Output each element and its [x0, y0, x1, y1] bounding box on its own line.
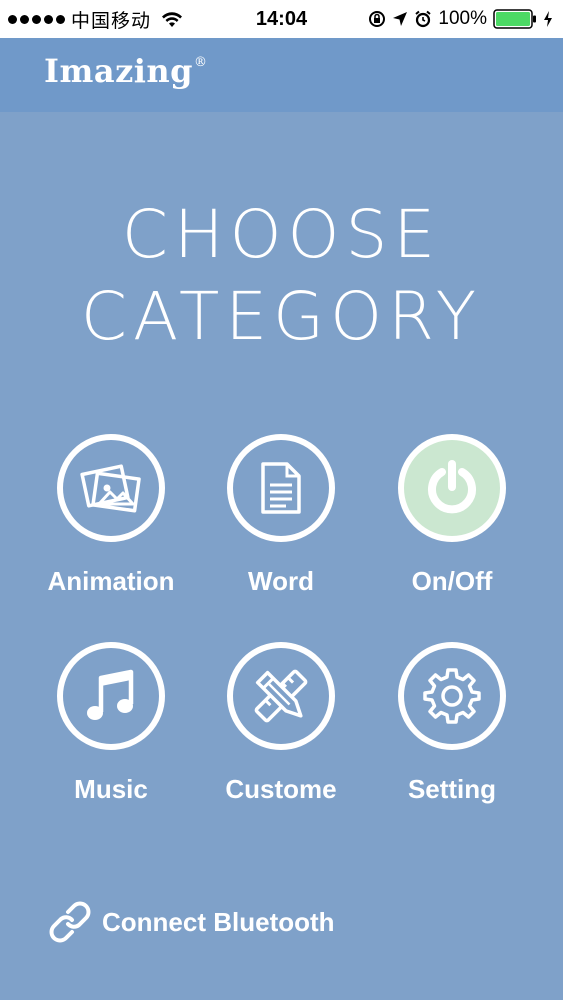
category-setting-label: Setting: [407, 774, 497, 804]
alarm-icon: [415, 10, 432, 28]
registered-mark: ®: [194, 55, 208, 71]
category-setting-circle[interactable]: [398, 642, 506, 750]
battery-icon: [493, 9, 536, 29]
category-custome[interactable]: Custome: [191, 642, 371, 805]
location-arrow-icon: [393, 12, 408, 26]
app-header: Imazing®: [0, 38, 563, 112]
page-title-line-1: CHOOSE: [121, 196, 442, 273]
category-setting[interactable]: Setting: [362, 642, 542, 805]
category-onoff-label: On/Off: [411, 566, 493, 596]
music-note-icon: [87, 669, 134, 720]
category-onoff[interactable]: On/Off: [362, 434, 542, 597]
category-word-label: Word: [248, 566, 314, 596]
status-bar: 中国移动 14:04 100%: [0, 0, 563, 38]
pictures-icon: [80, 464, 141, 513]
category-music-label: Music: [74, 774, 148, 804]
connect-bluetooth-button[interactable]: Connect Bluetooth: [46, 898, 335, 946]
link-icon: [49, 901, 91, 943]
category-animation[interactable]: Animation: [21, 434, 201, 597]
category-animation-label: Animation: [47, 566, 175, 596]
category-word-circle[interactable]: [227, 434, 335, 542]
connect-bluetooth-label: Connect Bluetooth: [102, 906, 335, 937]
rotation-lock-icon: [369, 11, 386, 27]
category-onoff-circle[interactable]: [398, 434, 506, 542]
category-word[interactable]: Word: [191, 434, 371, 597]
page-title-line-2: CATEGORY: [80, 278, 483, 355]
gear-icon: [423, 668, 481, 724]
battery-percent: 100%: [438, 8, 487, 29]
document-icon: [261, 462, 301, 514]
logo-text: Imazing: [44, 52, 194, 90]
category-music[interactable]: Music: [21, 642, 201, 805]
category-animation-circle[interactable]: [57, 434, 165, 542]
power-icon: [428, 460, 476, 514]
pencil-ruler-icon: [254, 669, 308, 723]
category-custome-circle[interactable]: [227, 642, 335, 750]
app-logo: Imazing®: [44, 52, 208, 90]
charging-bolt-icon: [544, 11, 552, 27]
category-music-circle[interactable]: [57, 642, 165, 750]
status-right: 100%: [368, 8, 553, 30]
category-custome-label: Custome: [225, 774, 337, 804]
